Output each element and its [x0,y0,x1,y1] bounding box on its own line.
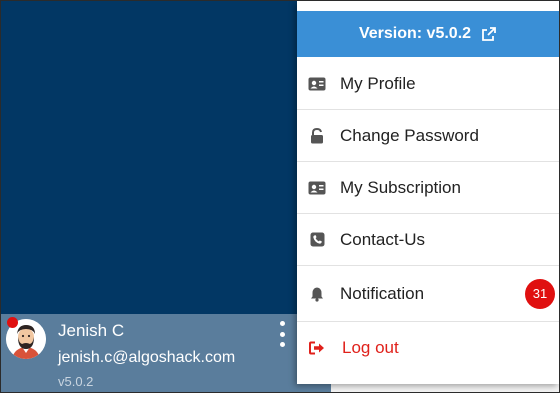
menu-item-label: Notification [340,283,425,303]
menu-item-change-password[interactable]: Change Password [297,110,559,162]
user-name: Jenish C [58,321,125,340]
phone-icon [308,231,326,249]
notification-count-badge: 31 [525,278,555,309]
user-dropdown-menu: Version: v5.0.2 My Profile Change Passwo… [297,1,559,384]
menu-item-label: My Profile [340,73,416,93]
version-label: Version: v5.0.2 [358,25,472,42]
menu-item-label: Change Password [340,125,479,145]
menu-item-my-profile[interactable]: My Profile [297,58,559,110]
status-dot [7,317,18,328]
user-email: jenish.c@algoshack.com [58,349,236,366]
bell-icon [308,285,326,303]
menu-item-my-subscription[interactable]: My Subscription [297,162,559,214]
menu-item-notification[interactable]: Notification 31 [297,266,559,322]
version-link[interactable]: Version: v5.0.2 [297,11,559,57]
menu-item-contact-us[interactable]: Contact-Us [297,214,559,266]
menu-item-log-out[interactable]: Log out [297,322,559,374]
sign-out-icon [308,339,326,357]
menu-item-label: Contact-Us [340,229,426,249]
id-badge-icon [308,179,326,197]
menu-item-label: My Subscription [340,177,461,197]
external-link-icon [482,27,496,41]
user-version: v5.0.2 [58,374,94,389]
app-frame: Jenish C jenish.c@algoshack.com v5.0.2 V… [0,0,560,393]
id-card-icon [308,75,326,93]
more-options-icon[interactable] [275,321,289,347]
menu-item-label: Log out [342,338,399,357]
lock-open-icon [308,127,326,145]
